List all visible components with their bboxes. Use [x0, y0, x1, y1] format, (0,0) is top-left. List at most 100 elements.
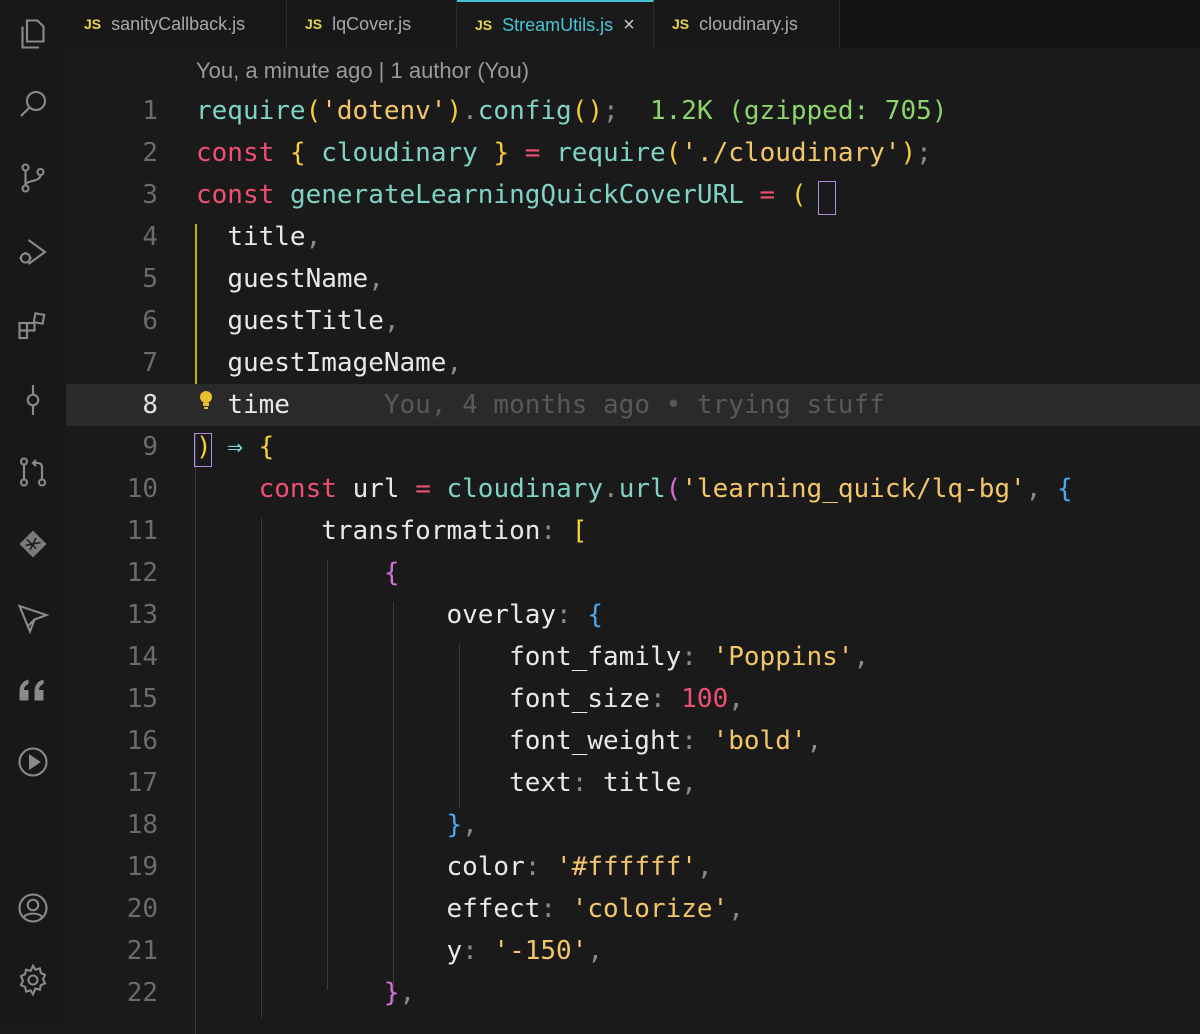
code-line: 20 effect: 'colorize',	[66, 888, 1200, 930]
code-line: 10 const url = cloudinary.url('learning_…	[66, 468, 1200, 510]
token: require	[556, 138, 666, 168]
token: time	[227, 390, 290, 420]
line-number: 6	[142, 306, 158, 336]
token: url	[352, 474, 400, 504]
tab-label: lqCover.js	[332, 13, 412, 34]
code-line: 21 y: '-150',	[66, 930, 1200, 972]
token: color	[446, 852, 525, 882]
token: text	[509, 768, 572, 798]
token: effect	[446, 894, 541, 924]
token: cloudinary	[446, 474, 604, 504]
token: 'bold'	[712, 726, 807, 756]
quote-icon[interactable]	[13, 670, 53, 710]
token: './cloudinary'	[681, 138, 901, 168]
line-number: 19	[126, 852, 158, 882]
token: require	[196, 96, 306, 126]
token: '-150'	[493, 936, 588, 966]
token: title	[603, 768, 682, 798]
line-number: 12	[126, 558, 158, 588]
line-number: 11	[126, 516, 158, 546]
tab-bar: JS sanityCallback.js JS lqCover.js JS St…	[66, 0, 1200, 49]
token: title	[227, 222, 306, 252]
lightbulb-icon[interactable]	[198, 390, 214, 410]
token: font_weight	[509, 726, 682, 756]
line-number: 14	[126, 642, 158, 672]
line-number: 5	[142, 264, 158, 294]
source-control-icon[interactable]	[13, 158, 53, 198]
tab-label: sanityCallback.js	[111, 13, 246, 34]
token: cloudinary	[321, 138, 478, 168]
pull-request-icon[interactable]	[13, 452, 53, 492]
code-line: 9 ) ⇒ {	[66, 426, 1200, 468]
code-line: 4 title,	[66, 216, 1200, 258]
code-line: 17 text: title,	[66, 762, 1200, 804]
code-line: 16 font_weight: 'bold',	[66, 720, 1200, 762]
code-line: 22 },	[66, 972, 1200, 1014]
js-file-icon: JS	[672, 16, 690, 32]
line-number: 9	[142, 432, 158, 462]
tab-label: StreamUtils.js	[502, 14, 614, 35]
line-number: 7	[142, 348, 158, 378]
token: const	[196, 138, 275, 168]
close-tab-icon[interactable]: ×	[623, 14, 635, 37]
line-number: 3	[142, 180, 158, 210]
line-number: 4	[142, 222, 158, 252]
token: config	[477, 96, 572, 126]
activity-bar	[0, 0, 66, 1021]
tab-sanitycallback[interactable]: JS sanityCallback.js	[66, 0, 287, 48]
code-line: 15 font_size: 100,	[66, 678, 1200, 720]
explorer-icon[interactable]	[13, 14, 53, 54]
bracket-match-highlight	[818, 181, 836, 215]
netlify-icon[interactable]	[13, 524, 53, 564]
tab-streamutils[interactable]: JS StreamUtils.js ×	[457, 0, 654, 48]
code-line: 5 guestName,	[66, 258, 1200, 300]
code-line: 7 guestImageName,	[66, 342, 1200, 384]
code-line: 18 },	[66, 804, 1200, 846]
play-icon[interactable]	[13, 742, 53, 782]
token: guestTitle	[227, 306, 384, 336]
js-file-icon: JS	[305, 16, 323, 32]
token: url	[618, 474, 666, 504]
extensions-icon[interactable]	[13, 306, 53, 346]
tab-label: cloudinary.js	[699, 13, 798, 34]
line-number: 10	[126, 474, 158, 504]
settings-icon[interactable]	[13, 960, 53, 1000]
line-number: 13	[126, 600, 158, 630]
deploy-icon[interactable]	[13, 598, 53, 638]
token: '#ffffff'	[556, 852, 697, 882]
token: 'dotenv'	[321, 96, 447, 126]
token: const	[258, 474, 337, 504]
line-number: 2	[142, 138, 158, 168]
token: guestImageName	[227, 348, 447, 378]
codelens-blame[interactable]: You, a minute ago | 1 author (You)	[196, 58, 529, 84]
account-icon[interactable]	[13, 888, 53, 928]
js-file-icon: JS	[475, 17, 493, 33]
inline-blame: You, 4 months ago • trying stuff	[383, 390, 885, 420]
code-line: 3 const generateLearningQuickCoverURL = …	[66, 174, 1200, 216]
token: font_family	[509, 642, 682, 672]
token: guestName	[227, 264, 369, 294]
tab-lqcover[interactable]: JS lqCover.js	[287, 0, 457, 48]
git-commit-icon[interactable]	[13, 380, 53, 420]
code-line: 13 overlay: {	[66, 594, 1200, 636]
code-editor[interactable]: You, a minute ago | 1 author (You) 1 req…	[66, 48, 1200, 1034]
token: overlay	[446, 600, 557, 630]
line-number: 1	[142, 96, 158, 126]
js-file-icon: JS	[84, 16, 102, 32]
code-line: 11 transformation: [	[66, 510, 1200, 552]
run-debug-icon[interactable]	[13, 232, 53, 272]
line-number: 16	[126, 726, 158, 756]
token: 'Poppins'	[712, 642, 854, 672]
token: const	[196, 180, 275, 210]
code-line: 12 {	[66, 552, 1200, 594]
line-number: 18	[126, 810, 158, 840]
token: font_size	[509, 684, 650, 714]
token: 'learning_quick/lq-bg'	[681, 474, 1026, 504]
search-icon[interactable]	[13, 84, 53, 124]
current-line: 8 time You, 4 months ago • trying stuff	[66, 384, 1200, 426]
code-line: 19 color: '#ffffff',	[66, 846, 1200, 888]
code-line: 2 const { cloudinary } = require('./clou…	[66, 132, 1200, 174]
line-number: 17	[126, 768, 158, 798]
tab-cloudinary[interactable]: JS cloudinary.js	[654, 0, 840, 48]
line-number: 21	[126, 936, 158, 966]
